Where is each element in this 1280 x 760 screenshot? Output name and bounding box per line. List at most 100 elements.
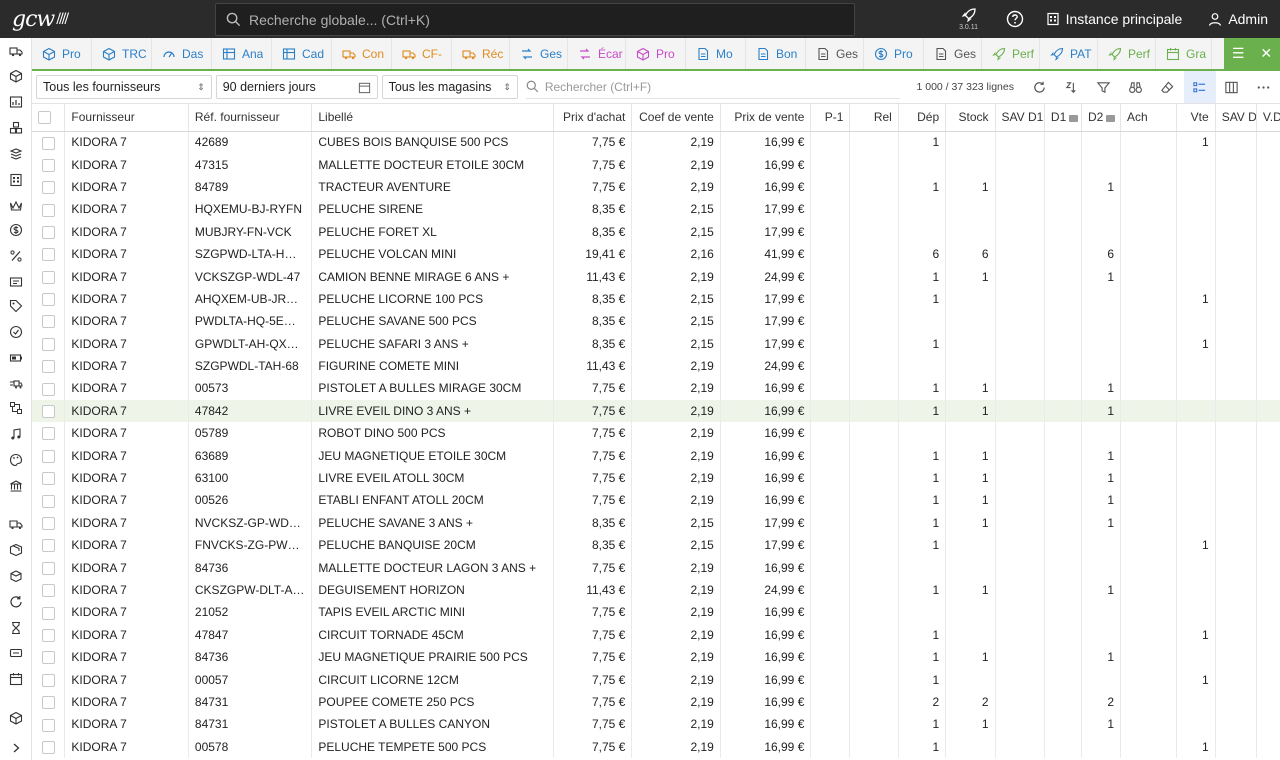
global-search-input[interactable] — [249, 11, 809, 28]
sidebar-cube-icon[interactable] — [8, 68, 24, 84]
row-checkbox[interactable] — [41, 248, 55, 262]
table-row[interactable]: KIDORA 7 63100 LIVRE EVEIL ATOLL 30CM 7,75 … — [32, 466, 1280, 490]
tab-list-icon[interactable]: ☰ — [1232, 45, 1245, 62]
refresh-button[interactable] — [1024, 71, 1056, 103]
table-row[interactable]: KIDORA 7 SZGPWD-LTA-HQX10 PELUCHE VOLCAN M… — [32, 242, 1280, 266]
row-checkbox[interactable] — [41, 539, 55, 553]
row-checkbox[interactable] — [41, 360, 55, 374]
sidebar-crown-icon[interactable] — [8, 198, 24, 214]
sidebar-chart-icon[interactable] — [8, 94, 24, 110]
table-row[interactable]: KIDORA 7 GPWDLT-AH-QXEMU PELUCHE SAFARI 3 … — [32, 332, 1280, 355]
tab-0[interactable]: Pro — [32, 38, 92, 69]
row-select-cell[interactable] — [32, 332, 66, 355]
row-checkbox[interactable] — [41, 337, 55, 351]
tab-3[interactable]: Ana — [212, 38, 272, 69]
sidebar-refresh-icon[interactable] — [8, 594, 24, 610]
sidebar-ticket-icon[interactable] — [8, 645, 24, 661]
table-row[interactable]: KIDORA 7 NVCKSZ-GP-WDLTA PELUCHE SAVANE 3 … — [32, 511, 1280, 535]
table-row[interactable]: KIDORA 7 84731 PISTOLET A BULLES CANYON 7,7… — [32, 713, 1280, 736]
sidebar-palette-icon[interactable] — [8, 452, 24, 468]
sidebar-calendar-icon[interactable] — [8, 671, 24, 687]
row-checkbox[interactable] — [41, 203, 55, 217]
column-header-p1[interactable]: P-1 — [810, 104, 851, 132]
tab-7[interactable]: Réc — [452, 38, 510, 69]
row-checkbox[interactable] — [41, 696, 55, 710]
column-header-rel[interactable]: Rel — [849, 104, 899, 132]
tab-8[interactable]: Ges — [510, 38, 568, 69]
sidebar-audio-icon[interactable] — [8, 426, 24, 442]
sidebar-hourglass-icon[interactable] — [8, 620, 24, 636]
row-select-cell[interactable] — [32, 511, 66, 535]
table-row[interactable]: KIDORA 7 PWDLTA-HQ-5EM14 PELUCHE SAVANE 50… — [32, 310, 1280, 333]
tab-13[interactable]: Ges — [806, 38, 864, 69]
column-header-d2[interactable]: D2 — [1081, 104, 1122, 132]
sidebar-box-bottom-icon[interactable] — [8, 710, 24, 726]
table-row[interactable]: KIDORA 7 VCKSZGP-WDL-47 CAMION BENNE MIRAG… — [32, 265, 1280, 288]
table-row[interactable]: KIDORA 7 CKSZGPW-DLT-AHQ DEGUISEMENT HORIZ… — [32, 578, 1280, 602]
tab-6[interactable]: CF- — [392, 38, 452, 69]
columns-button[interactable] — [1216, 71, 1248, 103]
column-header-sav_d1[interactable]: SAV D1 — [995, 104, 1045, 132]
tab-9[interactable]: Écar — [568, 38, 626, 69]
tab-17[interactable]: PAT — [1040, 38, 1098, 69]
release-notes-button[interactable]: 3.0.11 — [952, 0, 986, 38]
sidebar-stack-icon[interactable] — [8, 146, 24, 162]
global-search[interactable] — [215, 3, 855, 36]
sidebar-badge-icon[interactable] — [8, 324, 24, 340]
sort-button[interactable] — [1056, 71, 1088, 103]
sidebar-label-icon[interactable] — [8, 274, 24, 290]
row-select-cell[interactable] — [32, 175, 66, 199]
sidebar-dollar-icon[interactable] — [8, 222, 24, 238]
row-select-cell[interactable] — [32, 601, 66, 624]
sidebar-boxes-icon[interactable] — [8, 120, 24, 136]
table-row[interactable]: KIDORA 7 84731 POUPEE COMETE 250 PCS 7,75 €… — [32, 690, 1280, 714]
tab-15[interactable]: Ges — [924, 38, 982, 69]
row-select-cell[interactable] — [32, 713, 66, 736]
user-menu[interactable]: Admin — [1208, 11, 1268, 27]
table-row[interactable]: KIDORA 7 05789 ROBOT DINO 500 PCS 7,75 €2,1… — [32, 422, 1280, 445]
row-select-cell[interactable] — [32, 377, 66, 400]
close-all-tabs-icon[interactable]: ✕ — [1260, 45, 1272, 62]
column-header-d1[interactable]: D1 — [1044, 104, 1082, 132]
row-checkbox[interactable] — [41, 606, 55, 620]
table-row[interactable]: KIDORA 7 SZGPWDL-TAH-68 FIGURINE COMETE MI… — [32, 354, 1280, 378]
sidebar-package-icon[interactable] — [8, 568, 24, 584]
row-select-cell[interactable] — [32, 310, 66, 333]
row-select-cell[interactable] — [32, 265, 66, 288]
row-select-cell[interactable] — [32, 623, 66, 646]
row-checkbox[interactable] — [41, 740, 55, 754]
table-row[interactable]: KIDORA 7 AHQXEM-UB-JRYFN PELUCHE LICORNE 1… — [32, 287, 1280, 311]
store-select[interactable]: Tous les magasins ⇕ — [381, 75, 518, 99]
row-select-cell[interactable] — [32, 220, 66, 243]
table-row[interactable]: KIDORA 7 00526 ETABLI ENFANT ATOLL 20CM 7,7… — [32, 489, 1280, 512]
sidebar-delivery-icon[interactable] — [8, 516, 24, 532]
row-checkbox[interactable] — [41, 136, 55, 150]
column-header-ref[interactable]: Réf. fournisseur — [188, 104, 313, 132]
row-select-cell[interactable] — [32, 690, 66, 714]
row-select-cell[interactable] — [32, 287, 66, 311]
period-select[interactable]: 90 derniers jours — [215, 75, 378, 99]
sidebar-bank-icon[interactable] — [8, 478, 24, 494]
row-checkbox[interactable] — [41, 315, 55, 329]
column-header-prix_achat[interactable]: Prix d'achat — [553, 104, 633, 132]
table-row[interactable]: KIDORA 7 47315 MALLETTE DOCTEUR ETOILE 30C… — [32, 153, 1280, 176]
table-row[interactable]: KIDORA 7 00578 PELUCHE TEMPETE 500 PCS 7,75… — [32, 735, 1280, 758]
sidebar-parcel-icon[interactable] — [8, 542, 24, 558]
row-select-cell[interactable] — [32, 153, 66, 176]
row-checkbox[interactable] — [41, 718, 55, 732]
row-select-cell[interactable] — [32, 578, 66, 602]
sidebar-percent-icon[interactable] — [8, 248, 24, 264]
column-header-dep[interactable]: Dép — [898, 104, 947, 132]
sidebar-network-icon[interactable] — [8, 400, 24, 416]
row-select-cell[interactable] — [32, 489, 66, 512]
table-row[interactable]: KIDORA 7 HQXEMU-BJ-RYFN PELUCHE SIRENE 8,35… — [32, 198, 1280, 221]
tab-1[interactable]: TRC — [92, 38, 152, 69]
column-header-libelle[interactable]: Libellé — [311, 104, 555, 132]
sidebar-battery-icon[interactable] — [8, 350, 24, 366]
row-select-cell[interactable] — [32, 242, 66, 266]
row-checkbox[interactable] — [41, 270, 55, 284]
row-checkbox[interactable] — [41, 158, 55, 172]
row-checkbox[interactable] — [41, 628, 55, 642]
column-header-fournisseur[interactable]: Fournisseur — [64, 104, 189, 132]
row-checkbox[interactable] — [41, 293, 55, 307]
